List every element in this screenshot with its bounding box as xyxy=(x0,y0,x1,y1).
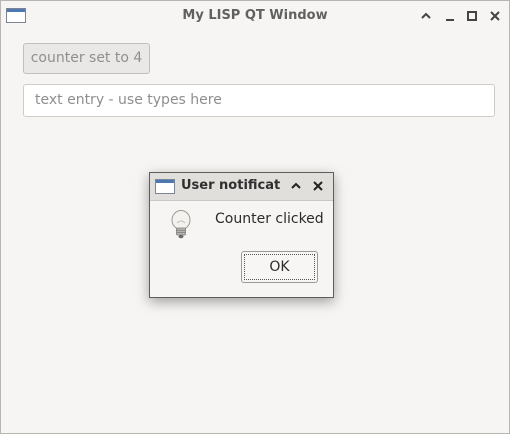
dialog-window-icon xyxy=(155,179,175,194)
dialog-chevron-up-icon[interactable] xyxy=(288,177,304,195)
maximize-icon[interactable] xyxy=(463,7,481,25)
lightbulb-icon xyxy=(170,209,192,245)
close-icon[interactable] xyxy=(486,7,504,25)
text-entry-field[interactable]: text entry - use types here xyxy=(23,84,495,117)
dialog-title: User notificati xyxy=(181,178,280,193)
dialog-title-bar[interactable]: User notificati xyxy=(150,173,333,201)
minimize-icon[interactable] xyxy=(441,7,459,25)
counter-button[interactable]: counter set to 4 xyxy=(23,43,150,74)
notification-dialog: User notificati Counter clicked OK xyxy=(149,172,334,298)
ok-button[interactable]: OK xyxy=(241,251,318,283)
chevron-up-icon[interactable] xyxy=(417,7,435,25)
title-bar[interactable]: My LISP QT Window xyxy=(1,1,509,31)
dialog-message: Counter clicked xyxy=(215,211,324,227)
dialog-close-icon[interactable] xyxy=(310,177,326,195)
